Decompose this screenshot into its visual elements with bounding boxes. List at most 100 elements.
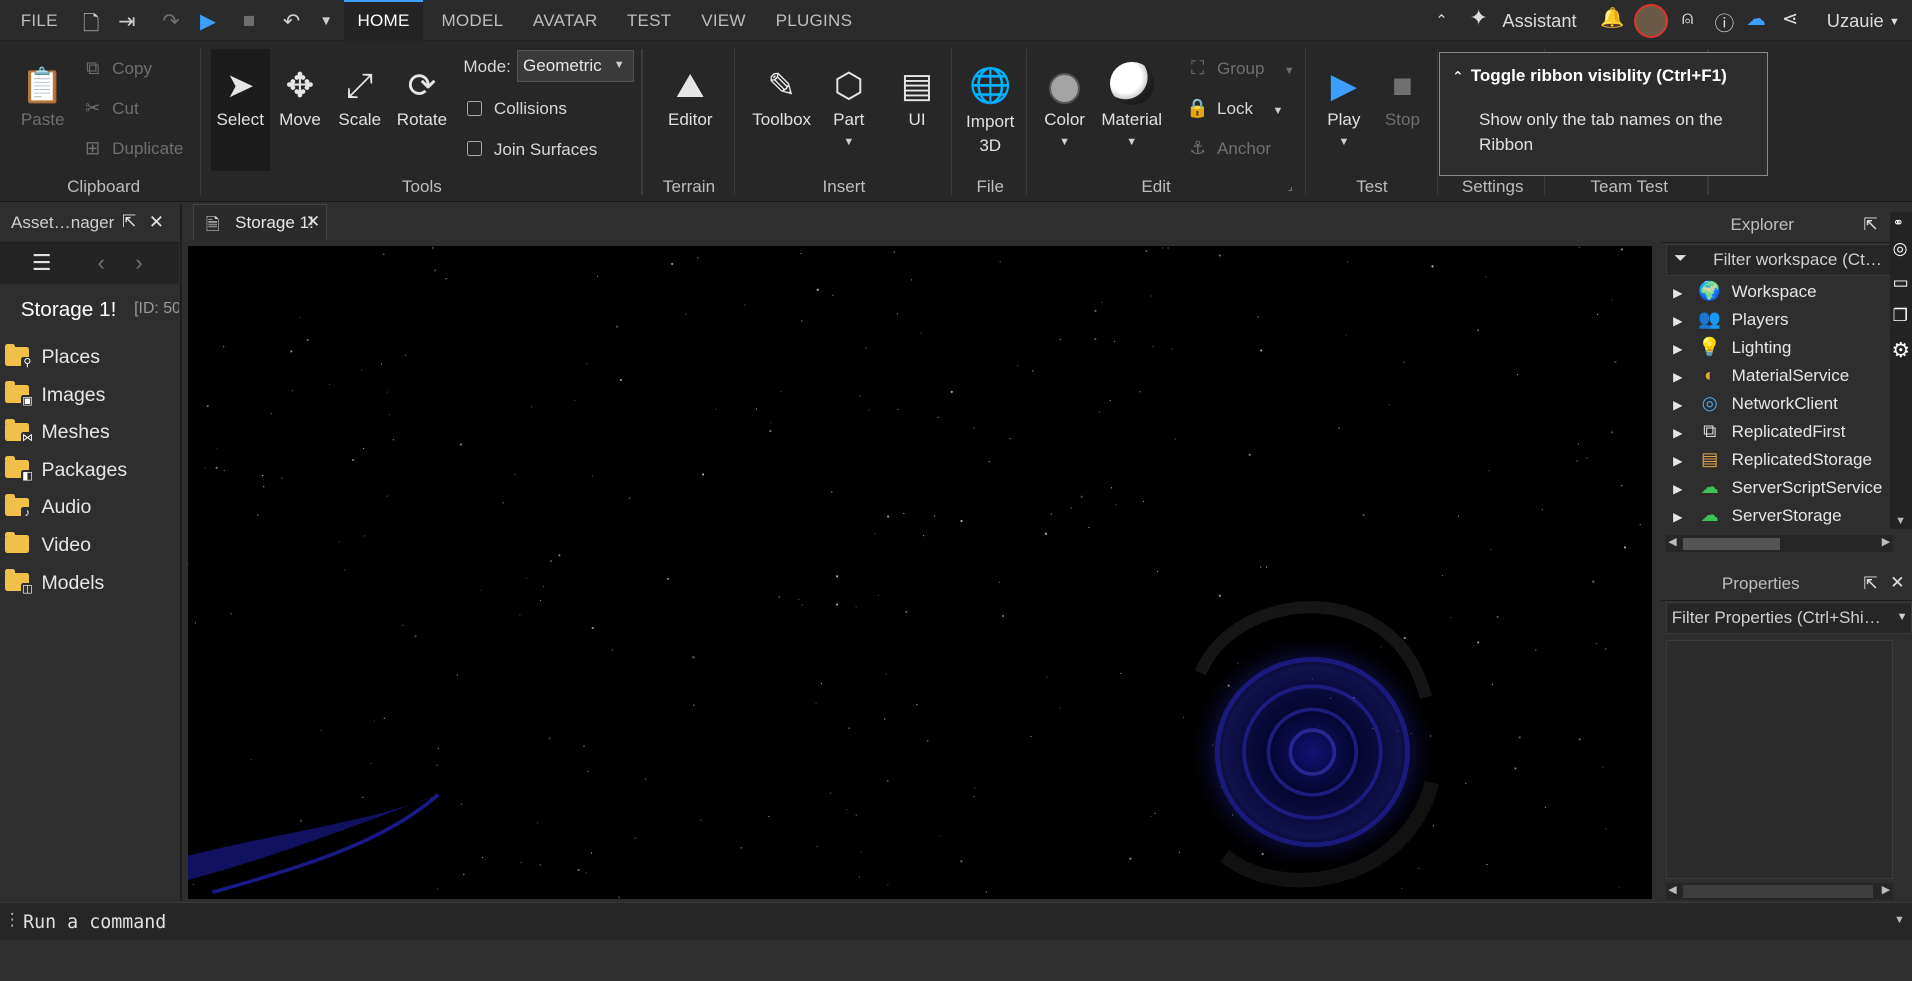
windows-icon[interactable]: ❐ [1893,306,1908,326]
forward-arrow-icon[interactable]: › [135,250,142,276]
explorer-filter-input[interactable]: ⏷ Filter workspace (Ct… [1665,243,1893,276]
explorer-item-replicatedstorage[interactable]: ▶ ▤ ReplicatedStorage [1661,445,1872,473]
part-button[interactable]: ⬡ Part ▼ [824,63,873,149]
lock-button[interactable]: 🔒 Lock ▼ [1185,95,1283,122]
expand-arrow-icon[interactable]: ▶ [1673,475,1690,503]
hamburger-menu-icon[interactable]: ☰ [32,250,52,276]
undock-icon[interactable]: ⇱ [1863,215,1877,235]
drag-handle-icon[interactable]: ⋮ [4,910,21,930]
ui-button[interactable]: ▤ UI [893,63,942,129]
scroll-right-icon[interactable]: ▶ [1882,883,1890,896]
video-icon[interactable]: ▭ [1893,273,1909,293]
cut-button[interactable]: ✂ Cut [80,95,139,122]
stop-quick-icon[interactable]: ■ [243,9,256,33]
tab-avatar[interactable]: AVATAR [533,0,598,41]
explorer-item-serverscriptservice[interactable]: ▶ ☁ ServerScriptService [1661,473,1882,501]
color-button[interactable]: Color ▼ [1037,63,1093,149]
play-button[interactable]: ▶ Play ▼ [1317,63,1371,149]
explorer-item-materialservice[interactable]: ▶ ◐ MaterialService [1661,361,1849,389]
expand-arrow-icon[interactable]: ▶ [1673,335,1690,363]
tab-test[interactable]: TEST [627,0,672,41]
terrain-editor-button[interactable]: ⛰ Editor [661,63,720,129]
asset-folder-places[interactable]: ⚲ Places [0,340,100,374]
rotate-tool-button[interactable]: ⟳ Rotate [393,63,452,129]
properties-filter-input[interactable]: Filter Properties (Ctrl+Shi… ▼ [1665,602,1912,635]
explorer-item-lighting[interactable]: ▶ 💡 Lighting [1661,333,1791,361]
explorer-item-replicatedfirst[interactable]: ▶ ⧉ ReplicatedFirst [1661,417,1845,445]
expand-arrow-icon[interactable]: ▶ [1673,447,1690,475]
camera-icon[interactable]: ◎ [1893,239,1908,259]
undock-icon[interactable]: ⇱ [1863,574,1877,594]
customize-quick-access-icon[interactable]: ▼ [320,13,333,28]
paste-button[interactable]: 📋 Paste [15,63,71,129]
copy-button[interactable]: ⧉ Copy [80,55,152,82]
user-menu-chevron-icon[interactable]: ▼ [1889,16,1900,28]
notification-bell-icon[interactable]: 🔔 [1600,6,1624,30]
expand-arrow-icon[interactable]: ▶ [1673,391,1690,419]
asset-folder-video[interactable]: Video [0,528,91,562]
edit-settings-expander-icon[interactable]: ⌟ [1288,180,1293,193]
scroll-down-icon[interactable]: ▼ [1895,515,1906,527]
join-surfaces-checkbox[interactable]: Join Surfaces [467,137,597,164]
material-button[interactable]: Material ▼ [1095,59,1168,150]
scroll-left-icon[interactable]: ◀ [1668,535,1676,548]
username[interactable]: Uzauie [1827,10,1884,32]
stop-button[interactable]: ■ Stop [1378,63,1427,129]
close-icon[interactable]: ✕ [1890,573,1904,593]
document-tab-storage[interactable]: 🗎 Storage 1! ✕ [192,203,327,241]
help-icon[interactable]: ⓘ [1715,7,1735,36]
asset-folder-packages[interactable]: ◧ Packages [0,453,127,487]
3d-viewport[interactable] [187,246,1653,899]
asset-folder-meshes[interactable]: ⋈ Meshes [0,415,110,449]
command-input[interactable]: Run a command [23,912,166,933]
publish-icon[interactable]: ⇥ [118,9,135,34]
play-quick-icon[interactable]: ▶ [200,9,216,34]
undock-icon[interactable]: ⇱ [122,212,136,232]
plugin-link-icon[interactable]: ⚭ [1893,215,1904,231]
close-icon[interactable]: ✕ [306,212,320,232]
undo-icon[interactable]: ↶ [283,9,300,34]
select-tool-button[interactable]: ➤ Select [210,48,270,171]
explorer-item-serverstorage[interactable]: ▶ ☁ ServerStorage [1661,501,1842,529]
collapse-ribbon-icon[interactable]: ⌃ [1435,12,1447,29]
mode-dropdown[interactable]: Geometric ▼ [517,49,635,82]
explorer-item-workspace[interactable]: ▶ 🌍 Workspace [1661,277,1817,305]
duplicate-button[interactable]: ⊞ Duplicate [80,135,183,162]
scroll-right-icon[interactable]: ▶ [1882,535,1890,548]
expand-arrow-icon[interactable]: ▶ [1673,307,1690,335]
tab-home[interactable]: HOME [343,0,424,42]
collisions-checkbox[interactable]: Collisions [467,96,567,123]
command-bar[interactable]: ⋮ Run a command ▼ [0,902,1912,941]
cloud-icon[interactable]: ☁ [1746,7,1766,31]
tab-plugins[interactable]: PLUGINS [776,0,853,41]
expand-arrow-icon[interactable]: ▶ [1673,419,1690,447]
chevron-down-icon[interactable]: ▼ [1897,611,1908,623]
scroll-left-icon[interactable]: ◀ [1668,883,1676,896]
group-button[interactable]: ⛶ Group ▼ [1185,55,1295,82]
horizontal-scrollbar[interactable]: ◀ ▶ [1665,535,1893,553]
explorer-item-networkclient[interactable]: ▶ ◎ NetworkClient [1661,389,1838,417]
tab-view[interactable]: VIEW [701,0,746,41]
tab-model[interactable]: MODEL [441,0,503,41]
expand-arrow-icon[interactable]: ▶ [1673,363,1690,391]
horizontal-scrollbar[interactable]: ◀ ▶ [1665,882,1893,900]
asset-folder-audio[interactable]: ♪ Audio [0,490,91,524]
assistant-button[interactable]: Assistant [1502,10,1576,32]
toolbox-button[interactable]: ✎ Toolbox [746,63,817,129]
file-menu[interactable]: FILE [21,0,58,41]
scale-tool-button[interactable]: ⤢ Scale [334,63,385,129]
asset-folder-images[interactable]: ▣ Images [0,378,105,412]
import-3d-button[interactable]: 🌐 Import 3D [959,63,1022,158]
back-arrow-icon[interactable]: ‹ [98,250,105,276]
anchor-button[interactable]: ⚓ Anchor [1185,135,1271,162]
command-history-chevron-icon[interactable]: ▼ [1894,914,1905,926]
gear-icon[interactable]: ⚙ [1891,338,1910,363]
expand-arrow-icon[interactable]: ▶ [1673,503,1690,531]
new-file-icon[interactable]: 🗋 [83,9,100,44]
avatar[interactable] [1634,3,1669,38]
scrollbar-thumb[interactable] [1682,885,1874,898]
add-user-icon[interactable]: ⍝ [1682,7,1694,30]
redo-play-icon[interactable]: ↷ [162,9,179,34]
expand-arrow-icon[interactable]: ▶ [1673,279,1690,307]
share-icon[interactable]: ⋖ [1782,7,1798,31]
